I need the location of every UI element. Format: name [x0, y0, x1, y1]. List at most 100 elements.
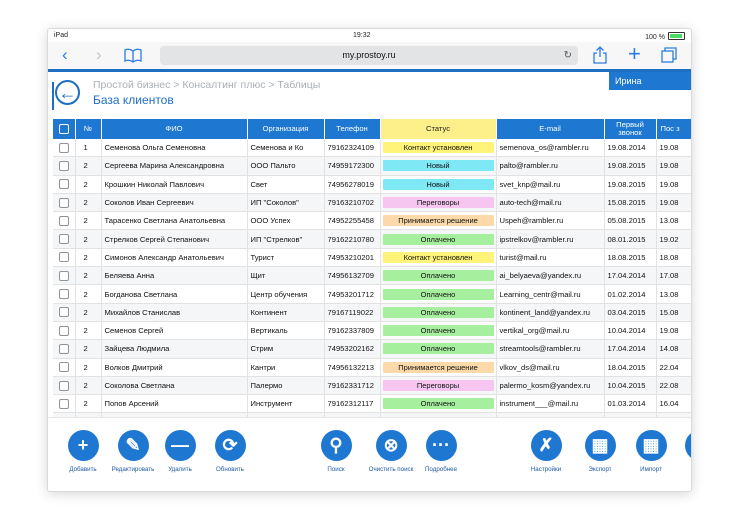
table-row[interactable]: 1 Семенова Ольга Семеновна Семенова и Ко 79…: [53, 139, 691, 158]
cell-phone: 79163210702: [324, 193, 381, 213]
table-row[interactable]: 2 Стрелков Сергей Степанович ИП "Стрелков"…: [53, 229, 691, 249]
cell-last-call: 22.04: [656, 358, 691, 377]
cell-first-call: 10.04.2015: [604, 376, 657, 396]
row-checkbox[interactable]: [53, 248, 76, 268]
status-badge: Оплачено: [382, 270, 494, 282]
export-icon: ▦: [584, 430, 616, 461]
cell-status: Переговоры: [380, 376, 497, 396]
user-menu[interactable]: Ирина: [609, 72, 691, 90]
cell-last-call: 19.08: [656, 156, 691, 176]
bookmarks-icon[interactable]: [124, 47, 142, 69]
table-row[interactable]: 2 Крошкин Николай Павлович Свет 74956278019…: [53, 175, 691, 194]
cell-status: Оплачено: [380, 229, 497, 249]
col-email[interactable]: E-mail: [496, 119, 605, 139]
cell-last-call: 13.08: [656, 284, 691, 304]
row-checkbox[interactable]: [53, 193, 76, 213]
cell-phone: 74953210201: [324, 248, 381, 268]
col-name[interactable]: ФИО: [101, 119, 248, 139]
col-last-call[interactable]: Пос з: [656, 119, 691, 139]
checkbox-icon: [58, 307, 69, 318]
refresh-button[interactable]: ⟳ Обновить: [200, 430, 260, 473]
breadcrumb[interactable]: Простой бизнес > Консалтинг плюс > Табли…: [93, 79, 320, 91]
row-checkbox[interactable]: [53, 303, 76, 322]
cell-last-call: 16.04: [656, 394, 691, 414]
cell-first-call: 05.08.2015: [604, 211, 657, 231]
more-button[interactable]: ··· Подробнее: [411, 430, 471, 473]
cell-email: Uspeh@rambler.ru: [496, 211, 605, 231]
table-row[interactable]: 2 Беляева Анна Щит 74956132709 Оплачено ai_be…: [53, 266, 691, 286]
row-checkbox[interactable]: [53, 358, 76, 377]
cell-last-call: 19.08: [656, 175, 691, 194]
table-row[interactable]: 2 Волков Дмитрий Кантри 74956132213 Принимае…: [53, 358, 691, 377]
tabs-icon[interactable]: [661, 47, 677, 69]
col-num[interactable]: №: [75, 119, 102, 139]
table-row[interactable]: 2 Семенов Сергей Вертикаль 79162337809 Оплач…: [53, 321, 691, 341]
col-org[interactable]: Организация: [247, 119, 325, 139]
clients-table: № ФИО Организация Телефон Статус E-mail …: [53, 119, 691, 417]
back-circle-icon[interactable]: ←: [55, 80, 80, 105]
cell-first-call: 10.04.2014: [604, 321, 657, 341]
cell-num: 2: [75, 229, 102, 249]
row-checkbox[interactable]: [53, 229, 76, 249]
cell-name: Михайлов Станислав: [101, 303, 248, 322]
col-status[interactable]: Статус: [380, 119, 497, 139]
table-row[interactable]: 2 Михайлов Станислав Континент 79167119022 О…: [53, 303, 691, 322]
cell-email: ipstrelkov@rambler.ru: [496, 229, 605, 249]
row-checkbox[interactable]: [53, 321, 76, 341]
cell-first-call: 19.08.2015: [604, 156, 657, 176]
col-phone[interactable]: Телефон: [324, 119, 381, 139]
new-tab-icon[interactable]: +: [628, 43, 641, 65]
settings-button[interactable]: ✗ Настройки: [516, 430, 576, 473]
row-checkbox[interactable]: [53, 339, 76, 359]
back-arrow-icon[interactable]: ‹: [62, 44, 68, 66]
page-title: База клиентов: [93, 93, 174, 107]
cut-button[interactable]: •И: [670, 430, 691, 473]
row-checkbox[interactable]: [53, 211, 76, 231]
table-row[interactable]: 2 Попов Арсений Инструмент 79162312117 Оплач…: [53, 394, 691, 414]
search-button[interactable]: ⚲ Поиск: [306, 430, 366, 473]
cell-name: Богданова Светлана: [101, 284, 248, 304]
cell-status: Контакт установлен: [380, 139, 497, 158]
share-icon[interactable]: [593, 46, 607, 70]
forward-arrow-icon[interactable]: ›: [96, 44, 102, 66]
checkbox-icon: [58, 289, 69, 300]
table-row[interactable]: 2 Тарасенко Светлана Анатольевна ООО Успех…: [53, 211, 691, 231]
cell-first-call: 19.08.2015: [604, 175, 657, 194]
table-row[interactable]: 2 Богданова Светлана Центр обучения 7495320…: [53, 284, 691, 304]
address-bar[interactable]: my.prostoy.ru ↻: [160, 46, 578, 65]
table-row[interactable]: 2 Соколов Иван Сергеевич ИП "Соколов" 79163…: [53, 193, 691, 213]
cell-org: Центр обучения: [247, 284, 325, 304]
cell-name: Волков Дмитрий: [101, 358, 248, 377]
col-first-call[interactable]: Первый звонок: [604, 119, 657, 139]
row-checkbox[interactable]: [53, 284, 76, 304]
cell-last-call: 17.08: [656, 266, 691, 286]
cell-status: Контакт установлен: [380, 248, 497, 268]
cell-org: Континент: [247, 303, 325, 322]
row-checkbox[interactable]: [53, 156, 76, 176]
browser-toolbar: ‹ › my.prostoy.ru ↻ +: [48, 42, 691, 69]
table-row[interactable]: 2 Соколова Светлана Палермо 79162331712 Пере…: [53, 376, 691, 396]
reload-icon[interactable]: ↻: [564, 46, 572, 65]
row-checkbox[interactable]: [53, 266, 76, 286]
row-checkbox[interactable]: [53, 394, 76, 414]
status-badge: Оплачено: [382, 233, 494, 245]
cell-email: kontinent_land@yandex.ru: [496, 303, 605, 322]
row-checkbox[interactable]: [53, 376, 76, 396]
row-checkbox[interactable]: [53, 175, 76, 194]
table-row[interactable]: 2 Зайцева Людмила Стрим 74953202162 Оплачено…: [53, 339, 691, 359]
cell-name: Симонов Александр Анатольевич: [101, 248, 248, 268]
cell-email: palto@rambler.ru: [496, 156, 605, 176]
status-badge: Новый: [382, 160, 494, 172]
cell-last-call: 19.08: [656, 321, 691, 341]
cell-phone: 74953202162: [324, 339, 381, 359]
cell-phone: 74953201712: [324, 284, 381, 304]
cell-last-call: 14.08: [656, 339, 691, 359]
cell-name: Семенова Ольга Семеновна: [101, 139, 248, 158]
row-checkbox[interactable]: [53, 139, 76, 158]
cell-num: 2: [75, 266, 102, 286]
table-row[interactable]: 2 Сергеева Марина Александровна ООО Пальто…: [53, 156, 691, 176]
cell-status: Оплачено: [380, 303, 497, 322]
table-row[interactable]: 2 Симонов Александр Анатольевич Турист 7495…: [53, 248, 691, 268]
cell-name: Стрелков Сергей Степанович: [101, 229, 248, 249]
select-all-checkbox[interactable]: [53, 119, 76, 139]
